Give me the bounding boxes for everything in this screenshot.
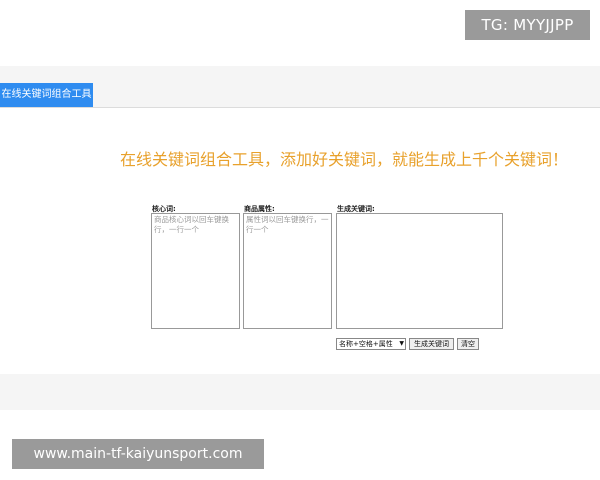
tab-bar: 在线关键词组合工具	[0, 66, 600, 108]
combine-mode-selected: 名称+空格+属性	[339, 340, 393, 348]
tab-keyword-combiner[interactable]: 在线关键词组合工具	[0, 83, 93, 107]
watermark-top: TG: MYYJJPP	[465, 10, 590, 40]
clear-button[interactable]: 清空	[457, 338, 479, 350]
page-headline: 在线关键词组合工具，添加好关键词，就能生成上千个关键词！	[119, 150, 568, 169]
core-words-textarea[interactable]	[151, 213, 240, 329]
attribute-words-textarea[interactable]	[243, 213, 332, 329]
footer-band	[0, 374, 600, 410]
combine-mode-select[interactable]: 名称+空格+属性 ▼	[336, 338, 406, 350]
generated-keywords-textarea[interactable]	[336, 213, 503, 329]
chevron-down-icon: ▼	[399, 340, 404, 347]
generate-keywords-button[interactable]: 生成关键词	[409, 338, 454, 350]
watermark-bottom: www.main-tf-kaiyunsport.com	[12, 439, 264, 469]
